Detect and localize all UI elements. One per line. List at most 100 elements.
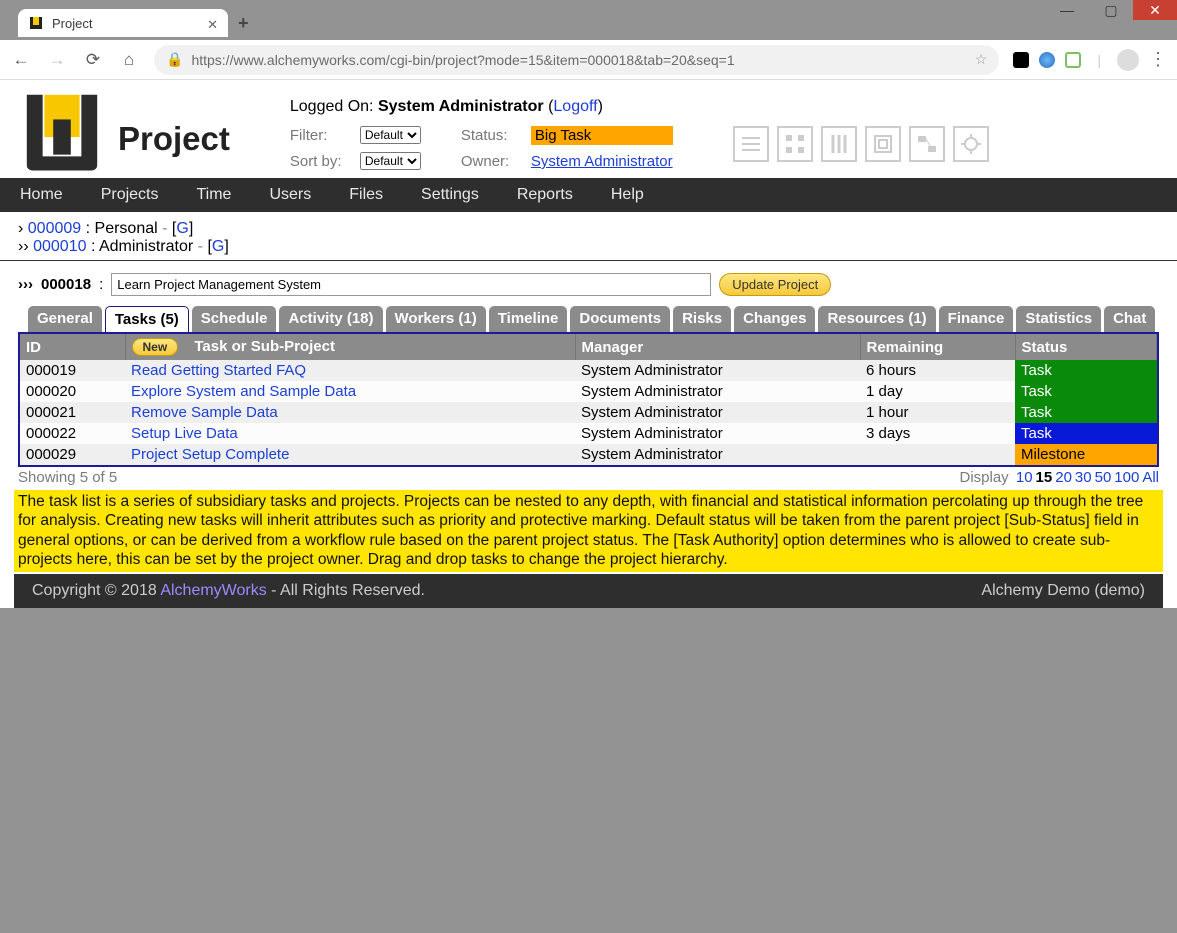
task-link[interactable]: Remove Sample Data: [131, 404, 278, 421]
info-text: The task list is a series of subsidiary …: [14, 490, 1163, 572]
home-icon[interactable]: ⌂: [118, 50, 140, 70]
table-row[interactable]: 000022 Setup Live Data System Administrato…: [20, 423, 1157, 444]
breadcrumb-g-link[interactable]: G: [176, 220, 188, 237]
logoff-link[interactable]: Logoff: [553, 98, 597, 115]
cell-remaining: 1 hour: [860, 402, 1015, 423]
nav-projects[interactable]: Projects: [101, 186, 159, 204]
tab-risks[interactable]: Risks: [673, 306, 731, 332]
tab-resources-[interactable]: Resources (1): [818, 306, 935, 332]
extension-3-icon[interactable]: [1065, 52, 1081, 68]
cell-manager: System Administrator: [575, 360, 860, 381]
col-id[interactable]: ID: [20, 334, 125, 360]
task-link[interactable]: Read Getting Started FAQ: [131, 362, 306, 379]
cell-id: 000020: [20, 381, 125, 402]
new-task-button[interactable]: New: [132, 338, 179, 356]
cell-id: 000029: [20, 444, 125, 465]
star-icon[interactable]: ☆: [975, 51, 988, 68]
nav-users[interactable]: Users: [269, 186, 311, 204]
cell-status: Task: [1015, 360, 1157, 381]
table-row[interactable]: 000020Explore System and Sample DataSyst…: [20, 381, 1157, 402]
tab-general[interactable]: General: [28, 306, 102, 332]
view-box-icon[interactable]: [865, 126, 901, 162]
browser-tab-title: Project: [52, 16, 92, 31]
tab-workers-[interactable]: Workers (1): [386, 306, 486, 332]
app-title: Project: [118, 120, 230, 174]
favicon-icon: [28, 15, 44, 31]
cell-id: 000022: [20, 423, 125, 444]
nav-files[interactable]: Files: [349, 186, 383, 204]
display-option[interactable]: 10: [1016, 469, 1033, 486]
breadcrumb-id-link[interactable]: 000010: [33, 238, 86, 255]
col-task[interactable]: New Task or Sub-Project: [125, 334, 575, 360]
table-row[interactable]: 000021Remove Sample DataSystem Administr…: [20, 402, 1157, 423]
display-option[interactable]: 50: [1095, 469, 1112, 486]
reload-icon[interactable]: ⟳: [82, 50, 104, 70]
sortby-select[interactable]: Default: [360, 152, 421, 170]
settings-icon[interactable]: [953, 126, 989, 162]
update-project-button[interactable]: Update Project: [719, 273, 831, 296]
tab-changes[interactable]: Changes: [734, 306, 815, 332]
task-link[interactable]: Explore System and Sample Data: [131, 383, 356, 400]
browser-tab-close-icon[interactable]: ✕: [207, 17, 218, 33]
owner-link[interactable]: System Administrator: [531, 153, 673, 170]
nav-help[interactable]: Help: [611, 186, 644, 204]
tab-activity-[interactable]: Activity (18): [279, 306, 382, 332]
display-option[interactable]: All: [1142, 469, 1159, 486]
display-option[interactable]: 20: [1055, 469, 1072, 486]
footer-brand-link[interactable]: AlchemyWorks: [160, 582, 266, 599]
table-row[interactable]: 000019Read Getting Started FAQSystem Adm…: [20, 360, 1157, 381]
view-columns-icon[interactable]: [821, 126, 857, 162]
col-remaining[interactable]: Remaining: [860, 334, 1015, 360]
task-link[interactable]: Setup Live Data: [131, 425, 238, 442]
cell-status: Milestone: [1015, 444, 1157, 465]
profile-icon[interactable]: [1117, 49, 1139, 71]
view-list-icon[interactable]: [733, 126, 769, 162]
logged-on-label: Logged On:: [290, 98, 374, 115]
col-status[interactable]: Status: [1015, 334, 1157, 360]
app-logo-icon: [18, 86, 106, 174]
window-minimize-button[interactable]: —: [1045, 0, 1089, 20]
view-grid-icon[interactable]: [777, 126, 813, 162]
forward-icon[interactable]: →: [46, 50, 68, 70]
browser-tab[interactable]: Project ✕: [18, 9, 228, 37]
col-manager[interactable]: Manager: [575, 334, 860, 360]
window-maximize-button[interactable]: ▢: [1089, 0, 1133, 20]
cell-remaining: 3 days: [860, 423, 1015, 444]
view-flow-icon[interactable]: [909, 126, 945, 162]
breadcrumb-g-link[interactable]: G: [212, 238, 224, 255]
filter-select[interactable]: Default: [360, 126, 421, 144]
cell-manager: System Administrator: [575, 423, 860, 444]
display-option[interactable]: 100: [1114, 469, 1139, 486]
tab-finance[interactable]: Finance: [939, 306, 1014, 332]
nav-home[interactable]: Home: [20, 186, 63, 204]
lock-icon: 🔒: [166, 51, 183, 68]
tab-schedule[interactable]: Schedule: [192, 306, 277, 332]
owner-label: Owner:: [461, 153, 531, 170]
showing-text: Showing 5 of 5: [18, 469, 117, 486]
extension-2-icon[interactable]: [1039, 52, 1055, 68]
nav-settings[interactable]: Settings: [421, 186, 479, 204]
tab-tasks-[interactable]: Tasks (5): [105, 306, 189, 332]
back-icon[interactable]: ←: [10, 50, 32, 70]
address-url: https://www.alchemyworks.com/cgi-bin/pro…: [191, 52, 966, 68]
table-row[interactable]: 000029 Project Setup Complete System Admin…: [20, 444, 1157, 465]
cell-status: Task: [1015, 381, 1157, 402]
cell-remaining: 6 hours: [860, 360, 1015, 381]
cell-manager: System Administrator: [575, 444, 860, 465]
new-tab-button[interactable]: +: [238, 13, 249, 34]
breadcrumb-id-link[interactable]: 000009: [28, 220, 81, 237]
nav-reports[interactable]: Reports: [517, 186, 573, 204]
window-close-button[interactable]: ✕: [1133, 0, 1177, 20]
tab-timeline[interactable]: Timeline: [489, 306, 568, 332]
task-link[interactable]: Project Setup Complete: [131, 446, 289, 463]
project-name-input[interactable]: [111, 273, 711, 296]
tab-documents[interactable]: Documents: [570, 306, 670, 332]
tab-chat[interactable]: Chat: [1104, 306, 1155, 332]
extension-1-icon[interactable]: [1013, 52, 1029, 68]
tab-statistics[interactable]: Statistics: [1016, 306, 1101, 332]
nav-time[interactable]: Time: [196, 186, 231, 204]
browser-menu-icon[interactable]: ⋮: [1149, 49, 1167, 70]
display-option[interactable]: 30: [1075, 469, 1092, 486]
status-label: Status:: [461, 127, 531, 144]
address-bar[interactable]: 🔒 https://www.alchemyworks.com/cgi-bin/p…: [154, 45, 999, 75]
